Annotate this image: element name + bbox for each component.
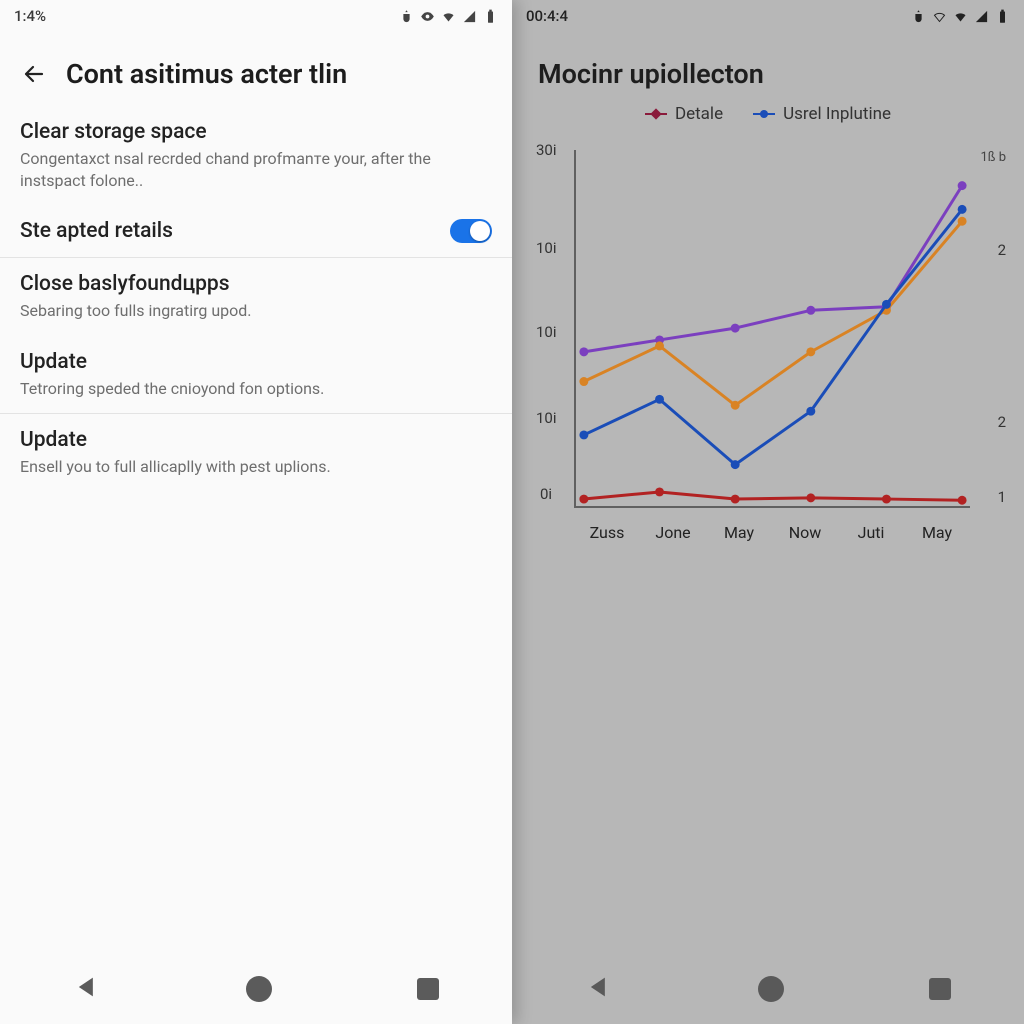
chart-legend: Detale Usrel Inplutine bbox=[512, 104, 1024, 124]
status-bar: 00:4:4 bbox=[512, 0, 1024, 32]
legend-label: Usrel Inplutine bbox=[783, 104, 891, 124]
status-icons bbox=[911, 9, 1010, 24]
item-update-2[interactable]: Update Ensell you to full allicaplly wit… bbox=[0, 414, 512, 492]
item-close-apps[interactable]: Close baslyfoundцpps Sebaring too fulls … bbox=[0, 258, 512, 336]
status-icons bbox=[399, 9, 498, 24]
page-title: Cont asitimus acter tlin bbox=[66, 58, 347, 90]
header: Cont asitimus acter tlin bbox=[0, 32, 512, 106]
nav-recent-button[interactable] bbox=[417, 978, 439, 1000]
clock-text: 1:4% bbox=[14, 7, 46, 25]
wifi-icon bbox=[953, 9, 968, 24]
item-subtitle: Sebaring too fulls ingratirg upod. bbox=[20, 300, 492, 322]
axis-note: 1ß b bbox=[980, 150, 1006, 165]
item-update-1[interactable]: Update Tetroring speded the cnioyond fon… bbox=[0, 336, 512, 415]
arrow-left-icon bbox=[22, 62, 46, 86]
triangle-back-icon bbox=[73, 973, 101, 1001]
item-title: Update bbox=[20, 428, 492, 452]
nav-home-button[interactable] bbox=[246, 976, 272, 1002]
nav-home-button[interactable] bbox=[758, 976, 784, 1002]
item-title: Ste apted retails bbox=[20, 219, 173, 243]
item-clear-storage[interactable]: Clear storage space Congentaxct nsal rec… bbox=[0, 106, 512, 205]
header: Mocinr upiollecton bbox=[512, 32, 1024, 98]
page-title: Mocinr upiollecton bbox=[538, 58, 1004, 90]
ytick-label: 10i bbox=[536, 323, 557, 341]
signal-icon bbox=[974, 9, 989, 24]
wifi-icon bbox=[441, 9, 456, 24]
battery-icon bbox=[995, 9, 1010, 24]
plot-area bbox=[574, 150, 970, 508]
right-tick: 2 bbox=[998, 241, 1006, 259]
nav-back-button[interactable] bbox=[585, 973, 613, 1005]
legend-marker-icon bbox=[753, 113, 775, 115]
legend-item-usrel: Usrel Inplutine bbox=[753, 104, 891, 124]
settings-list: Clear storage space Congentaxct nsal rec… bbox=[0, 106, 512, 1024]
settings-pane: 1:4% Cont asitimus acter tlin Clear stor… bbox=[0, 0, 512, 1024]
right-tick: 2 bbox=[998, 413, 1006, 431]
legend-label: Detale bbox=[675, 104, 723, 124]
nav-bar bbox=[0, 954, 512, 1024]
status-bar: 1:4% bbox=[0, 0, 512, 32]
wifi-outline-icon bbox=[932, 9, 947, 24]
item-title: Clear storage space bbox=[20, 120, 492, 144]
item-subtitle: Ensell you to full allicaplly with pest … bbox=[20, 456, 492, 478]
toggle-switch[interactable] bbox=[450, 219, 492, 243]
ytick-label: 0i bbox=[540, 485, 552, 503]
ytick-label: 10i bbox=[536, 409, 557, 427]
right-tick: 1 bbox=[998, 488, 1006, 506]
item-subtitle: Tetroring speded the cnioyond fon option… bbox=[20, 378, 492, 400]
legend-marker-icon bbox=[645, 113, 667, 115]
xtick-label: Now bbox=[772, 523, 838, 542]
xtick-label: May bbox=[706, 523, 772, 542]
item-subtitle: Congentaxct nsal recrded chand profmanтe… bbox=[20, 148, 492, 191]
bug-icon bbox=[399, 9, 414, 24]
triangle-back-icon bbox=[585, 973, 613, 1001]
xtick-label: Juti bbox=[838, 523, 904, 542]
legend-item-detale: Detale bbox=[645, 104, 723, 124]
x-axis-ticks: Zuss Jone May Now Juti May bbox=[574, 523, 970, 542]
chart-pane: 00:4:4 Mocinr upiollecton Detale Usrel I… bbox=[512, 0, 1024, 1024]
chart: 30i 10i 10i 10i 0i 1ß b 2 2 1 Zuss Jone … bbox=[526, 132, 1010, 552]
right-axis: 1ß b 2 2 1 bbox=[972, 150, 1010, 508]
item-title: Update bbox=[20, 350, 492, 374]
chart-lines bbox=[576, 150, 970, 506]
nav-bar bbox=[512, 954, 1024, 1024]
item-title: Close baslyfoundцpps bbox=[20, 272, 492, 296]
nav-back-button[interactable] bbox=[73, 973, 101, 1005]
back-button[interactable] bbox=[20, 60, 48, 88]
battery-icon bbox=[483, 9, 498, 24]
item-ste-apted[interactable]: Ste apted retails bbox=[0, 205, 512, 258]
ytick-label: 30i bbox=[536, 141, 557, 159]
bug-icon bbox=[911, 9, 926, 24]
eye-icon bbox=[420, 9, 435, 24]
ytick-label: 10i bbox=[536, 239, 557, 257]
signal-icon bbox=[462, 9, 477, 24]
xtick-label: Jone bbox=[640, 523, 706, 542]
nav-recent-button[interactable] bbox=[929, 978, 951, 1000]
xtick-label: Zuss bbox=[574, 523, 640, 542]
xtick-label: May bbox=[904, 523, 970, 542]
clock-text: 00:4:4 bbox=[526, 7, 568, 25]
